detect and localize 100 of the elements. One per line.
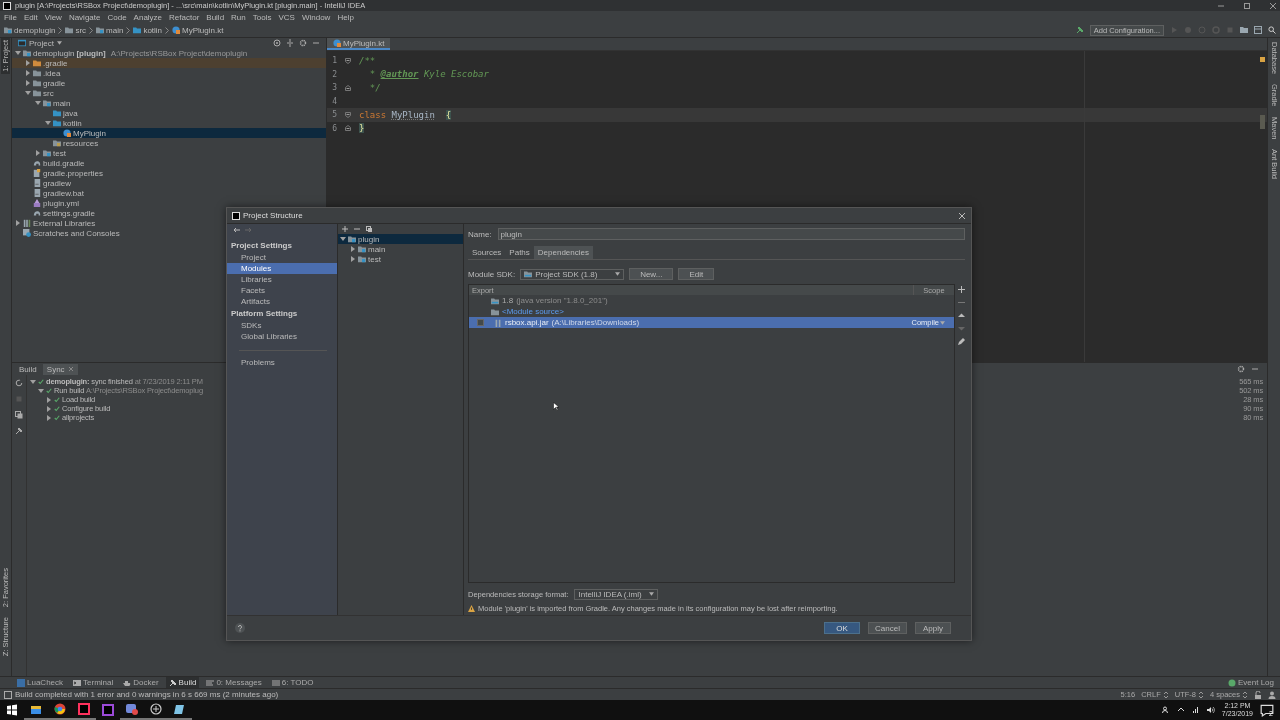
- nav-item[interactable]: Project: [227, 252, 337, 263]
- nav-item[interactable]: Global Libraries: [227, 331, 337, 342]
- tree-item[interactable]: Scratches and Consoles: [12, 228, 326, 238]
- nav-item[interactable]: Facets: [227, 285, 337, 296]
- dialog-button[interactable]: OK: [824, 622, 861, 634]
- menu-item[interactable]: Navigate: [68, 12, 101, 22]
- minimize-icon[interactable]: [312, 39, 320, 47]
- expand-arrow-icon[interactable]: [38, 387, 44, 394]
- tool-window-tab[interactable]: Build: [165, 677, 200, 688]
- people-icon[interactable]: [1161, 706, 1170, 714]
- tree-item[interactable]: resources: [12, 138, 326, 148]
- move-up-icon[interactable]: [958, 312, 965, 319]
- tab[interactable]: Sources: [468, 246, 506, 259]
- copy-icon[interactable]: [366, 226, 372, 232]
- menu-item[interactable]: File: [4, 12, 17, 22]
- tree-item[interactable]: plugin.yml: [12, 198, 326, 208]
- dialog-button[interactable]: Apply: [915, 622, 951, 634]
- tree-item[interactable]: kotlin: [12, 118, 326, 128]
- layout-icon[interactable]: [1254, 26, 1262, 34]
- expand-arrow-icon[interactable]: [340, 236, 346, 242]
- menu-item[interactable]: Build: [206, 12, 225, 22]
- storage-format-dropdown[interactable]: IntelliJ IDEA (.iml): [574, 588, 659, 600]
- search-icon[interactable]: [1268, 26, 1276, 34]
- collapse-arrow-icon[interactable]: [25, 60, 31, 66]
- expand-arrow-icon[interactable]: [25, 90, 31, 96]
- network-icon[interactable]: [1191, 706, 1200, 714]
- tree-item[interactable]: main: [12, 98, 326, 108]
- breadcrumb[interactable]: src: [65, 25, 87, 35]
- panel-title-dropdown[interactable]: Project: [29, 38, 62, 48]
- menu-item[interactable]: Run: [231, 12, 246, 22]
- tree-item[interactable]: demoplugin [plugin] A:\Projects\RSBox Project\demoplugin: [12, 48, 326, 58]
- add-icon[interactable]: [958, 286, 965, 293]
- tree-item[interactable]: .gradle: [12, 58, 326, 68]
- breadcrumb[interactable]: kotlin: [133, 25, 163, 35]
- menu-item[interactable]: Code: [107, 12, 127, 22]
- expand-arrow-icon[interactable]: [35, 100, 41, 106]
- settings-icon[interactable]: [299, 39, 307, 47]
- collapse-arrow-icon[interactable]: [15, 220, 21, 226]
- nav-item[interactable]: SDKs: [227, 320, 337, 331]
- collapse-arrow-icon[interactable]: [46, 405, 52, 412]
- lock-icon[interactable]: [1254, 690, 1262, 699]
- breadcrumb[interactable]: main: [96, 25, 124, 35]
- fold-marker-icon[interactable]: [345, 57, 351, 64]
- collapse-arrow-icon[interactable]: [46, 414, 52, 421]
- nav-item[interactable]: Libraries: [227, 274, 337, 285]
- hammer-icon[interactable]: [1075, 26, 1084, 34]
- tree-item[interactable]: .idea: [12, 68, 326, 78]
- remove-icon[interactable]: [958, 299, 965, 306]
- pin-icon[interactable]: [15, 427, 23, 435]
- checkbox[interactable]: [477, 319, 484, 326]
- nav-item[interactable]: Modules: [227, 263, 337, 274]
- tree-item[interactable]: gradle: [12, 78, 326, 88]
- nav-item[interactable]: Artifacts: [227, 296, 337, 307]
- collapse-arrow-icon[interactable]: [25, 70, 31, 76]
- tree-item[interactable]: src: [12, 88, 326, 98]
- chevron-up-icon[interactable]: [1176, 706, 1185, 714]
- fold-marker-icon[interactable]: [345, 84, 351, 91]
- collapse-arrow-icon[interactable]: [35, 150, 41, 156]
- menu-item[interactable]: Window: [301, 12, 331, 22]
- layout-icon[interactable]: [4, 690, 12, 699]
- menu-item[interactable]: Edit: [23, 12, 38, 22]
- event-log-button[interactable]: Event Log: [1221, 677, 1280, 688]
- menu-item[interactable]: Help: [337, 12, 354, 22]
- breadcrumb[interactable]: MyPlugin.kt: [172, 25, 224, 35]
- tool-window-tab[interactable]: 0: Messages: [203, 677, 265, 688]
- sdk-dropdown[interactable]: Project SDK (1.8): [520, 268, 625, 280]
- tool-window-tab[interactable]: Terminal: [70, 677, 117, 688]
- dependency-row[interactable]: <Module source>: [469, 306, 954, 317]
- tree-item[interactable]: MyPlugin: [12, 128, 326, 138]
- fold-marker-icon[interactable]: [345, 125, 351, 132]
- menu-item[interactable]: View: [44, 12, 62, 22]
- folder-icon[interactable]: [1240, 26, 1248, 34]
- person-icon[interactable]: [1268, 690, 1276, 699]
- menu-item[interactable]: Analyze: [133, 12, 163, 22]
- tree-item[interactable]: test: [338, 254, 463, 264]
- tab[interactable]: Dependencies: [533, 246, 593, 259]
- dependency-row[interactable]: 1.8 (java version "1.8.0_201"): [469, 295, 954, 306]
- menu-item[interactable]: Refactor: [169, 12, 200, 22]
- nav-item[interactable]: Problems: [227, 357, 337, 368]
- sdk-button[interactable]: Edit: [678, 268, 715, 280]
- tool-window-tab[interactable]: 6: TODO: [268, 677, 317, 688]
- taskbar-button[interactable]: [144, 700, 168, 720]
- sdk-button[interactable]: New...: [629, 268, 674, 280]
- expand-arrow-icon[interactable]: [30, 378, 36, 385]
- refresh-icon[interactable]: [15, 379, 23, 387]
- taskbar-button[interactable]: [72, 700, 96, 720]
- tree-item[interactable]: gradle.properties: [12, 168, 326, 178]
- scrollbar-thumb[interactable]: [1260, 115, 1265, 129]
- tab[interactable]: Paths: [505, 246, 534, 259]
- collapse-arrow-icon[interactable]: [350, 246, 356, 252]
- tool-window-tab[interactable]: LuaCheck: [14, 677, 67, 688]
- maximize-button[interactable]: [1243, 1, 1251, 10]
- tree-item[interactable]: java: [12, 108, 326, 118]
- remove-icon[interactable]: [354, 226, 360, 232]
- tree-item[interactable]: gradlew: [12, 178, 326, 188]
- tree-item[interactable]: test: [12, 148, 326, 158]
- menu-item[interactable]: VCS: [278, 12, 295, 22]
- expand-arrow-icon[interactable]: [15, 50, 21, 56]
- tool-window-tab[interactable]: Docker: [120, 677, 162, 688]
- collapse-arrow-icon[interactable]: [350, 256, 356, 262]
